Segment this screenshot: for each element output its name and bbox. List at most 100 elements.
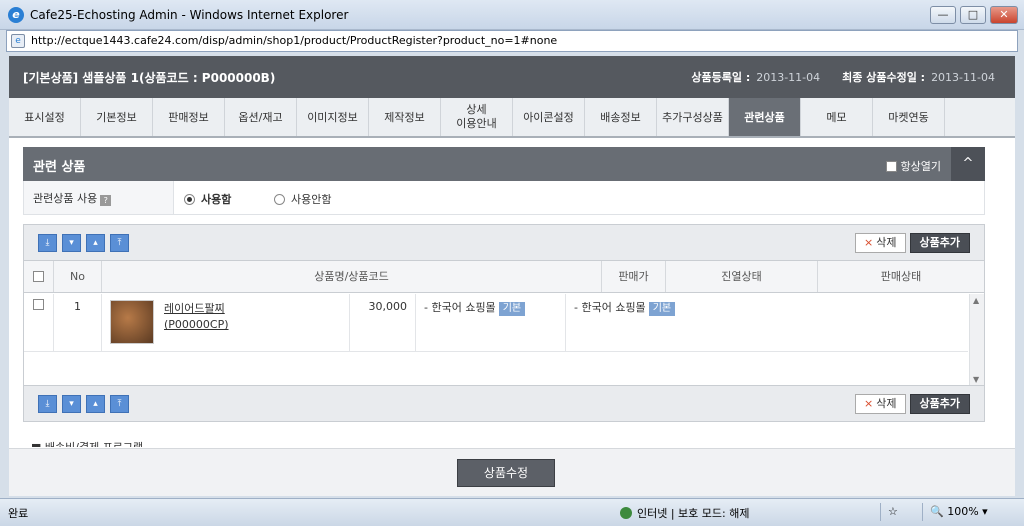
page-icon: e (11, 34, 25, 48)
zoom-icon: 🔍 (930, 505, 948, 518)
radio-use[interactable]: 사용함 (184, 191, 231, 207)
tab-production-info[interactable]: 제작정보 (369, 98, 441, 136)
sale-status-badge: 기본 (648, 302, 676, 316)
delete-x-icon-2: × (864, 397, 874, 410)
modified-date: 2013-11-04 (931, 71, 995, 84)
radio-use-label: 사용함 (201, 193, 232, 206)
sale-status-text: - 한국어 쇼핑몰 (574, 301, 646, 314)
product-header: [기본상품] 샘플상품 1(상품코드 : P000000B) 상품등록일 : 20… (9, 56, 1015, 98)
tab-market-link[interactable]: 마켓연동 (873, 98, 945, 136)
product-thumbnail[interactable] (110, 300, 154, 344)
window-titlebar: e Cafe25-Echosting Admin - Windows Inter… (0, 0, 1024, 30)
section-header: 관련 상품 항상열기 ^ (23, 147, 985, 181)
col-price: 판매가 (602, 261, 666, 292)
tab-additional-products[interactable]: 추가구성상품 (657, 98, 729, 136)
row-sale-status: - 한국어 쇼핑몰 기본 (566, 294, 718, 352)
product-link[interactable]: 레이어드팔찌 (P00000CP) (164, 301, 229, 333)
tab-display[interactable]: 표시설정 (9, 98, 81, 136)
grid-scrollbar[interactable]: ▲ ▼ (969, 294, 984, 386)
move-top-button-2[interactable]: ⤒ (110, 395, 129, 413)
section-title: 관련 상품 (33, 160, 86, 175)
use-related-row: 관련상품 사용? 사용함 사용안함 (23, 181, 985, 215)
status-divider-2 (922, 503, 923, 521)
tab-bar: 표시설정 기본정보 판매정보 옵션/재고 이미지정보 제작정보 상세 이용안내 … (9, 98, 1015, 138)
select-all-checkbox[interactable] (33, 271, 44, 282)
favorites-icon[interactable]: ☆ (888, 505, 898, 518)
table-row: 1 레이어드팔찌 (P00000CP) 30,000 - 한국어 쇼핑몰 기본 - … (24, 294, 968, 352)
zoom-level[interactable]: 🔍 100% ▾ (930, 505, 988, 518)
delete-button[interactable]: × 삭제 (855, 233, 906, 253)
related-products-grid: ⤓ ▾ ▴ ⤒ × 삭제 상품추가 No 상품명/상품코드 판매가 진열상태 판매… (23, 224, 985, 422)
row-price: 30,000 (350, 294, 416, 352)
next-section-heading: ■ 배송비/결제 프로그램 (31, 439, 143, 447)
registered-date-label: 상품등록일 : (691, 71, 751, 84)
tab-memo[interactable]: 메모 (801, 98, 873, 136)
always-open-toggle[interactable]: 항상열기 (885, 158, 941, 174)
move-bottom-button-2[interactable]: ⤓ (38, 395, 57, 413)
collapse-section-button[interactable]: ^ (951, 147, 985, 181)
tab-shipping-info[interactable]: 배송정보 (585, 98, 657, 136)
radio-no-use[interactable]: 사용안함 (274, 191, 331, 207)
use-related-label-cell: 관련상품 사용? (24, 181, 174, 214)
col-product-name: 상품명/상품코드 (102, 261, 602, 292)
add-product-button[interactable]: 상품추가 (909, 233, 970, 253)
product-name: 레이어드팔찌 (164, 302, 225, 315)
always-open-checkbox[interactable] (885, 161, 897, 172)
delete-x-icon: × (864, 236, 874, 249)
add-product-button-2[interactable]: 상품추가 (909, 394, 970, 414)
tab-related-products[interactable]: 관련상품 (729, 98, 801, 136)
product-code: (P00000CP) (164, 318, 229, 331)
close-window-button[interactable]: ✕ (990, 6, 1018, 24)
col-no: No (54, 261, 102, 292)
modified-date-label: 최종 상품수정일 : (842, 71, 926, 84)
tab-basic-info[interactable]: 기본정보 (81, 98, 153, 136)
delete-label-2: 삭제 (876, 397, 897, 410)
tab-options-stock[interactable]: 옵션/재고 (225, 98, 297, 136)
move-top-button[interactable]: ⤒ (110, 234, 129, 252)
use-related-label: 관련상품 사용 (33, 192, 98, 205)
tab-detail-guide[interactable]: 상세 이용안내 (441, 98, 513, 136)
status-text: 완료 (8, 507, 29, 520)
zoom-value: 100% (947, 505, 979, 518)
help-icon[interactable]: ? (100, 195, 112, 206)
tab-image-info[interactable]: 이미지정보 (297, 98, 369, 136)
maximize-button[interactable]: □ (960, 6, 986, 24)
always-open-label: 항상열기 (900, 160, 941, 173)
related-products-section: 관련 상품 항상열기 ^ 관련상품 사용? 사용함 사용안함 (23, 147, 985, 215)
display-status-badge: 기본 (498, 302, 526, 316)
delete-button-2[interactable]: × 삭제 (855, 394, 906, 414)
col-display-status: 진열상태 (666, 261, 818, 292)
window-title: Cafe25-Echosting Admin - Windows Interne… (30, 8, 349, 22)
tab-icon-settings[interactable]: 아이콘설정 (513, 98, 585, 136)
move-down-button[interactable]: ▾ (62, 234, 81, 252)
modified-date-block: 최종 상품수정일 : 2013-11-04 (842, 69, 995, 85)
update-product-button[interactable]: 상품수정 (457, 459, 555, 487)
registered-date-block: 상품등록일 : 2013-11-04 (691, 69, 820, 85)
status-divider (880, 503, 881, 521)
registered-date: 2013-11-04 (756, 71, 821, 84)
radio-no-use-label: 사용안함 (291, 193, 332, 206)
tab-sales-info[interactable]: 판매정보 (153, 98, 225, 136)
row-product-cell: 레이어드팔찌 (P00000CP) (102, 294, 350, 352)
row-display-status: - 한국어 쇼핑몰 기본 (416, 294, 566, 352)
radio-no-use-dot[interactable] (274, 194, 285, 205)
address-bar[interactable]: e http://ectque1443.cafe24.com/disp/admi… (6, 30, 1018, 52)
scroll-down-icon[interactable]: ▼ (973, 375, 979, 384)
display-status-text: - 한국어 쇼핑몰 (424, 301, 496, 314)
row-check-cell (24, 294, 54, 352)
security-zone[interactable]: 인터넷 | 보호 모드: 해제 (620, 505, 749, 521)
minimize-button[interactable]: — (930, 6, 956, 24)
move-up-button-2[interactable]: ▴ (86, 395, 105, 413)
select-all-cell (24, 261, 54, 292)
address-url[interactable]: http://ectque1443.cafe24.com/disp/admin/… (31, 34, 557, 47)
radio-use-dot[interactable] (184, 194, 195, 205)
grid-toolbar-top: ⤓ ▾ ▴ ⤒ × 삭제 상품추가 (24, 225, 984, 261)
move-down-button-2[interactable]: ▾ (62, 395, 81, 413)
product-title: [기본상품] 샘플상품 1(상품코드 : P000000B) (23, 71, 276, 85)
row-checkbox[interactable] (33, 299, 44, 310)
move-up-button[interactable]: ▴ (86, 234, 105, 252)
submit-area: 상품수정 (9, 448, 1015, 496)
globe-icon (620, 507, 632, 519)
move-bottom-button[interactable]: ⤓ (38, 234, 57, 252)
scroll-up-icon[interactable]: ▲ (973, 296, 979, 305)
